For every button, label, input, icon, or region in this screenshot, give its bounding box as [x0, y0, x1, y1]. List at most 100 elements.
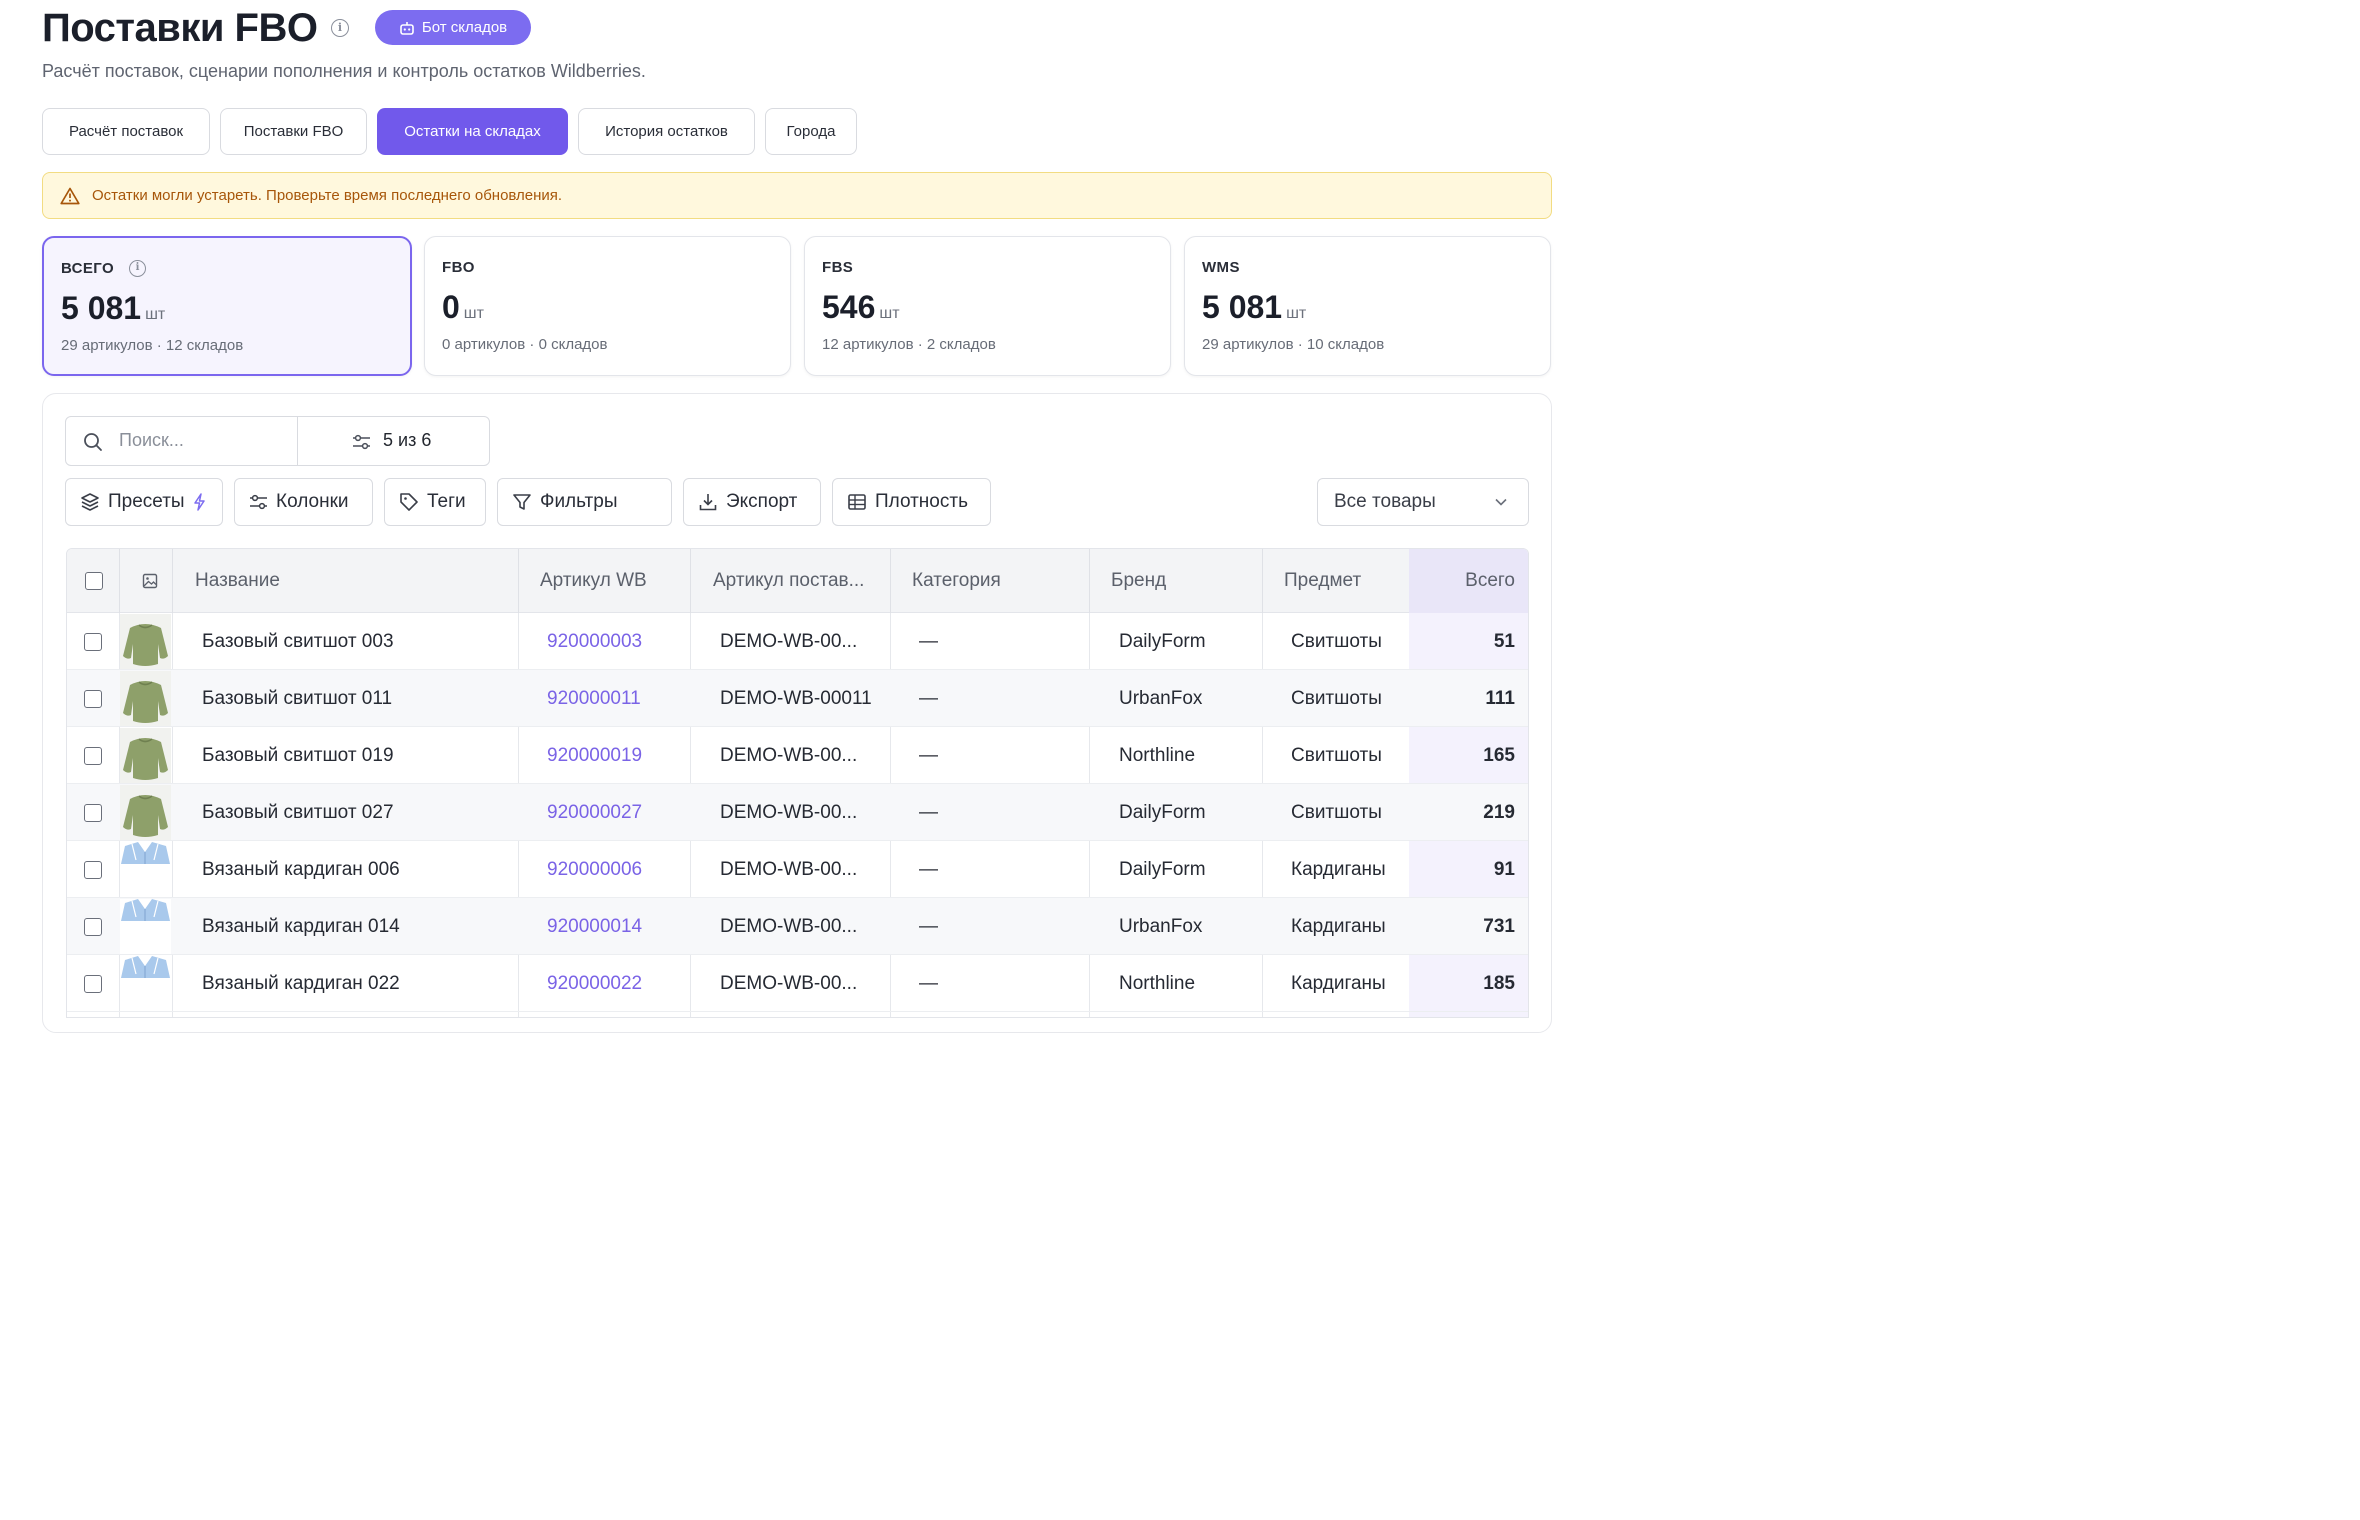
header-name[interactable]: Название: [195, 549, 280, 613]
stale-data-warning: Остатки могли устареть. Проверьте время …: [42, 172, 1552, 219]
article-wb-link[interactable]: 920000014: [547, 898, 642, 955]
row-checkbox[interactable]: [84, 841, 102, 898]
stat-card-wms[interactable]: WMS 5 081 шт 29 артикулов · 10 складов: [1184, 236, 1551, 376]
product-thumbnail: [120, 899, 171, 954]
total-quantity: 91: [1493, 858, 1515, 880]
divider: [890, 549, 891, 613]
info-icon[interactable]: i: [129, 260, 146, 277]
table-row[interactable]: Базовый свитшот 003 920000003 DEMO-WB-00…: [67, 613, 1528, 670]
sliders-icon: [250, 494, 267, 510]
total-quantity: 185: [1483, 972, 1515, 994]
subject: Свитшоты: [1291, 801, 1382, 823]
product-name[interactable]: Базовый свитшот 027: [202, 784, 394, 841]
subject: Кардиганы: [1291, 915, 1386, 937]
subject: Свитшоты: [1291, 630, 1382, 652]
tags-button[interactable]: Теги: [384, 478, 486, 526]
product-name[interactable]: Вязаный кардиган 006: [202, 841, 400, 898]
supplier-article: DEMO-WB-00...: [720, 858, 858, 880]
row-checkbox[interactable]: [84, 727, 102, 784]
stat-value: 5 081 шт: [1202, 289, 1307, 325]
tab-supply-calc[interactable]: Расчёт поставок: [42, 108, 210, 155]
table-row[interactable]: Базовый свитшот 027 920000027 DEMO-WB-00…: [67, 784, 1528, 841]
subject: Свитшоты: [1291, 744, 1382, 766]
header-brand[interactable]: Бренд: [1111, 549, 1166, 613]
tab-label: Города: [786, 123, 836, 140]
product-thumbnail: [120, 956, 171, 1011]
article-wb-link[interactable]: 920000019: [547, 727, 642, 784]
stat-label: ВСЕГО: [61, 260, 115, 277]
table-row[interactable]: Базовый свитшот 019 920000019 DEMO-WB-00…: [67, 727, 1528, 784]
stat-card-total[interactable]: ВСЕГО i 5 081 шт 29 артикулов · 12 складо…: [42, 236, 412, 376]
header-article-wb[interactable]: Артикул WB: [540, 549, 647, 613]
info-icon[interactable]: i: [331, 19, 349, 37]
product-name[interactable]: Вязаный кардиган 022: [202, 955, 400, 1012]
search-group: Поиск... 5 из 6: [65, 416, 490, 466]
stat-card-fbo[interactable]: FBO 0 шт 0 артикулов · 0 складов: [424, 236, 791, 376]
stat-subtext: 12 артикулов · 2 складов: [822, 336, 996, 353]
stat-card-fbs[interactable]: FBS 546 шт 12 артикулов · 2 складов: [804, 236, 1171, 376]
category: —: [919, 744, 938, 766]
presets-button[interactable]: Пресеты: [65, 478, 223, 526]
product-name[interactable]: Базовый свитшот 011: [202, 670, 392, 727]
stat-value: 0 шт: [442, 289, 484, 325]
brand: DailyForm: [1119, 858, 1206, 880]
table-row[interactable]: Вязаный кардиган 006 920000006 DEMO-WB-0…: [67, 841, 1528, 898]
warehouse-bot-button[interactable]: Бот складов: [375, 10, 531, 45]
product-name[interactable]: Вязаный кардиган 014: [202, 898, 400, 955]
search-input[interactable]: Поиск...: [119, 430, 184, 451]
supplier-article: DEMO-WB-00...: [720, 744, 858, 766]
row-checkbox[interactable]: [84, 613, 102, 670]
table-row[interactable]: Вязаный кардиган 022 920000022 DEMO-WB-0…: [67, 955, 1528, 1012]
brand: DailyForm: [1119, 801, 1206, 823]
product-name[interactable]: Базовый свитшот 019: [202, 727, 394, 784]
search-columns-count[interactable]: 5 из 6: [383, 430, 431, 451]
select-all-checkbox[interactable]: [85, 549, 103, 613]
category: —: [919, 630, 938, 652]
total-quantity: 111: [1485, 687, 1515, 709]
category: —: [919, 858, 938, 880]
density-button[interactable]: Плотность: [832, 478, 991, 526]
lightning-icon: [193, 493, 205, 511]
warning-icon: [60, 187, 80, 204]
row-checkbox[interactable]: [84, 955, 102, 1012]
stat-label: FBO: [442, 259, 475, 276]
category: —: [919, 801, 938, 823]
table-row[interactable]: Базовый свитшот 011 920000011 DEMO-WB-00…: [67, 670, 1528, 727]
tab-stock-history[interactable]: История остатков: [578, 108, 755, 155]
product-name[interactable]: Базовый свитшот 003: [202, 613, 394, 670]
subject: Кардиганы: [1291, 858, 1386, 880]
total-quantity: 51: [1493, 630, 1515, 652]
product-filter-select[interactable]: Все товары: [1317, 478, 1529, 526]
article-wb-link[interactable]: 920000011: [547, 670, 641, 727]
total-quantity: 731: [1483, 915, 1515, 937]
supplier-article: DEMO-WB-00011: [720, 687, 872, 709]
category: —: [919, 972, 938, 994]
tab-fbo-supplies[interactable]: Поставки FBO: [220, 108, 367, 155]
export-button[interactable]: Экспорт: [683, 478, 821, 526]
row-checkbox[interactable]: [84, 784, 102, 841]
header-category[interactable]: Категория: [912, 549, 1001, 613]
filters-label: Фильтры: [540, 491, 618, 512]
article-wb-link[interactable]: 920000022: [547, 955, 642, 1012]
article-wb-link[interactable]: 920000006: [547, 841, 642, 898]
table-row[interactable]: Вязаный кардиган 014 920000014 DEMO-WB-0…: [67, 898, 1528, 955]
product-thumbnail: [120, 671, 171, 726]
columns-button[interactable]: Колонки: [234, 478, 373, 526]
row-checkbox[interactable]: [84, 670, 102, 727]
chevron-down-icon: [1495, 498, 1507, 506]
tab-warehouse-stock[interactable]: Остатки на складах: [377, 108, 568, 155]
header-supplier-article[interactable]: Артикул постав...: [713, 549, 864, 613]
product-thumbnail: [120, 785, 171, 840]
header-subject[interactable]: Предмет: [1284, 549, 1361, 613]
tags-label: Теги: [427, 491, 466, 512]
tab-cities[interactable]: Города: [765, 108, 857, 155]
filters-button[interactable]: Фильтры: [497, 478, 672, 526]
header-total[interactable]: Всего: [1409, 549, 1515, 613]
layers-icon: [81, 493, 99, 511]
category: —: [919, 687, 938, 709]
article-wb-link[interactable]: 920000003: [547, 613, 642, 670]
category: —: [919, 915, 938, 937]
supplier-article: DEMO-WB-00...: [720, 630, 858, 652]
row-checkbox[interactable]: [84, 898, 102, 955]
article-wb-link[interactable]: 920000027: [547, 784, 642, 841]
